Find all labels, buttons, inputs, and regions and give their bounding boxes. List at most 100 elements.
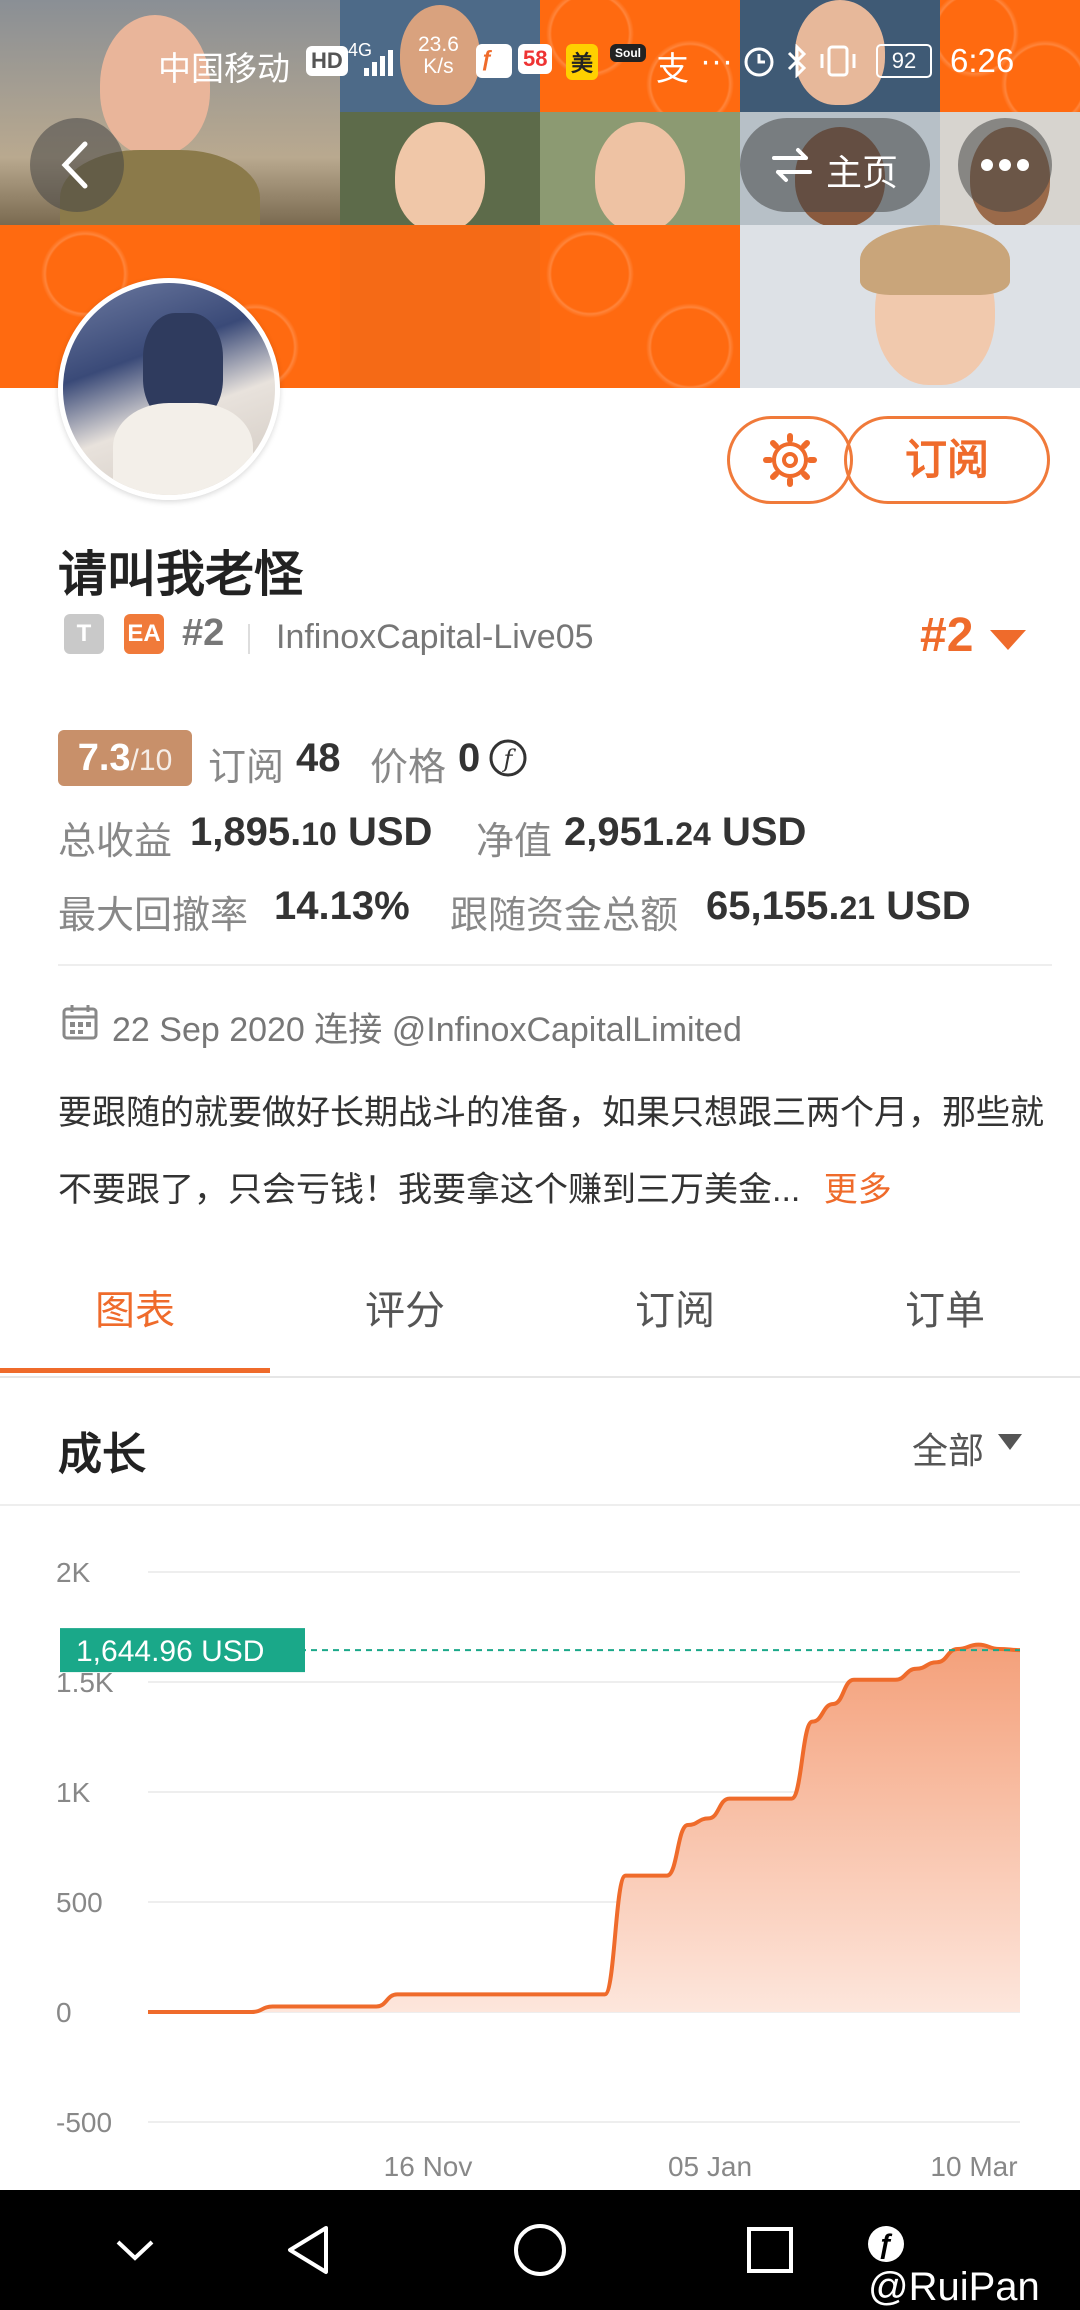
system-nav-bar: ƒ @RuiPan (0, 2190, 1080, 2310)
back-arrow-icon (61, 141, 88, 189)
max-drawdown-label: 最大回撤率 (58, 895, 249, 937)
total-profit-unit: USD (347, 810, 433, 854)
tab-subscriptions[interactable]: 订阅 (540, 1266, 810, 1356)
net-speed-value: 23.6 (418, 33, 459, 56)
follow-funds-label: 跟随资金总额 (450, 895, 679, 937)
total-profit-label: 总收益 (58, 821, 173, 863)
y-tick-label: -500 (56, 2107, 112, 2138)
score-max: /10 (130, 744, 173, 777)
app-alipay-icon: 支 (656, 50, 689, 87)
more-link[interactable]: 更多 (824, 1171, 892, 1209)
y-tick-label: 500 (56, 1887, 103, 1918)
total-profit-dec: 10 (301, 816, 337, 852)
follow-funds-unit: USD (886, 884, 971, 928)
vibrate-icon (820, 45, 856, 77)
banner-photo (740, 225, 1080, 388)
banner-pattern (540, 225, 740, 388)
account-name: InfinoxCapital-Live05 (276, 618, 594, 656)
signal-icon (364, 50, 393, 76)
tag-t-badge: T (64, 614, 104, 654)
banner-pattern (340, 225, 540, 388)
net-speed-unit: K/s (423, 55, 454, 78)
connection-info: 22 Sep 2020 连接 @InfinoxCapitalLimited (112, 1002, 742, 1051)
home-label: 主页 (826, 152, 899, 193)
current-value-label: 1,644.96 USD (76, 1635, 264, 1668)
range-filter[interactable]: 全部 (912, 1422, 984, 1474)
bluetooth-icon (787, 44, 807, 78)
caret-down-icon[interactable] (990, 630, 1026, 650)
equity-int: 2,951. (564, 810, 676, 854)
watermark: ƒ @RuiPan (868, 2220, 1080, 2310)
rank-small: #2 (182, 612, 225, 654)
equity-value: 2,951.24 USD (564, 810, 806, 855)
price-label: 价格 (370, 747, 447, 789)
equity-label: 净值 (476, 821, 553, 863)
divider (0, 1376, 1080, 1378)
subscribers-count: 48 (296, 736, 341, 780)
gear-icon (763, 433, 817, 487)
banner-photo (540, 112, 740, 232)
broker-name[interactable]: @InfinoxCapitalLimited (392, 1011, 742, 1049)
nav-back-icon[interactable] (282, 2220, 334, 2280)
follow-funds-dec: 21 (839, 890, 876, 926)
home-button[interactable]: 主页 (740, 118, 930, 212)
description: 要跟随的就要做好长期战斗的准备，如果只想跟三两个月，那些就不要跟了，只会亏钱！我… (58, 1075, 1048, 1229)
more-button[interactable] (958, 118, 1052, 212)
app-meituan-icon: 美 (566, 44, 599, 80)
growth-title: 成长 (58, 1430, 146, 1479)
battery-indicator: 92 (876, 44, 932, 78)
watermark-text: @RuiPan (868, 2265, 1040, 2309)
total-profit-value: 1,895.10 USD (190, 810, 432, 855)
growth-area (148, 1644, 1020, 2012)
settings-button[interactable] (727, 416, 853, 504)
alarm-icon (744, 47, 774, 77)
follow-funds-value: 65,155.21 USD (706, 884, 971, 929)
app-58-icon: 58 (518, 44, 553, 74)
x-tick-label: 05 Jan (668, 2151, 752, 2182)
connection-label: 连接 (314, 1011, 383, 1049)
tab-orders[interactable]: 订单 (810, 1266, 1080, 1356)
back-button[interactable] (30, 118, 124, 212)
tab-rating[interactable]: 评分 (270, 1266, 540, 1356)
y-tick-label: 2K (56, 1557, 91, 1588)
separator (248, 624, 250, 654)
tag-ea-badge: EA (124, 614, 164, 654)
equity-dec: 24 (675, 816, 711, 852)
more-notifications: ··· (700, 42, 733, 79)
carrier-name: 中国移动 (158, 50, 290, 87)
switch-arrows-icon (772, 148, 812, 182)
follow-funds-int: 65,155. (706, 884, 840, 928)
nav-recents-icon[interactable] (744, 2224, 796, 2276)
tab-chart[interactable]: 图表 (0, 1266, 270, 1356)
connection-date: 22 Sep 2020 (112, 1011, 305, 1049)
y-tick-label: 1K (56, 1777, 91, 1808)
app-f-icon: ƒ (476, 44, 512, 78)
nav-home-icon[interactable] (512, 2222, 568, 2278)
divider (0, 1504, 1080, 1506)
avatar[interactable] (58, 278, 280, 500)
caret-down-icon[interactable] (998, 1434, 1022, 1450)
growth-chart[interactable]: 2K1.5K1K5000-500 16 Nov 05 Jan 10 Mar 1,64… (0, 1540, 1080, 2200)
username: 请叫我老怪 (58, 548, 304, 602)
max-drawdown-value: 14.13% (274, 884, 410, 928)
weibo-icon: ƒ (868, 2226, 904, 2263)
score-badge: 7.3/10 (58, 730, 192, 786)
app-soul-icon: Soul (610, 44, 646, 62)
equity-unit: USD (721, 810, 807, 854)
description-text: 要跟随的就要做好长期战斗的准备，如果只想跟三两个月，那些就不要跟了，只会亏钱！我… (58, 1094, 1044, 1209)
clock: 6:26 (950, 42, 1015, 79)
divider (58, 964, 1052, 966)
chevron-down-icon[interactable] (110, 2226, 160, 2276)
total-profit-int: 1,895. (190, 810, 302, 854)
x-tick-label: 10 Mar (930, 2151, 1017, 2182)
hd-badge: HD (306, 46, 348, 76)
subscribe-button[interactable]: 订阅 (844, 416, 1050, 504)
rank-dropdown[interactable]: #2 (920, 608, 973, 663)
price-value: 0 (458, 736, 481, 780)
x-tick-label: 16 Nov (384, 2151, 473, 2182)
calendar-icon (62, 1005, 98, 1040)
coin-icon: f (489, 739, 527, 777)
tab-bar: 图表 评分 订阅 订单 (0, 1266, 1080, 1376)
status-bar: 中国移动 HD 4G 23.6 K/s ƒ 58 美 Soul 支 ··· 92… (0, 0, 1080, 120)
score-value: 7.3 (77, 737, 131, 779)
